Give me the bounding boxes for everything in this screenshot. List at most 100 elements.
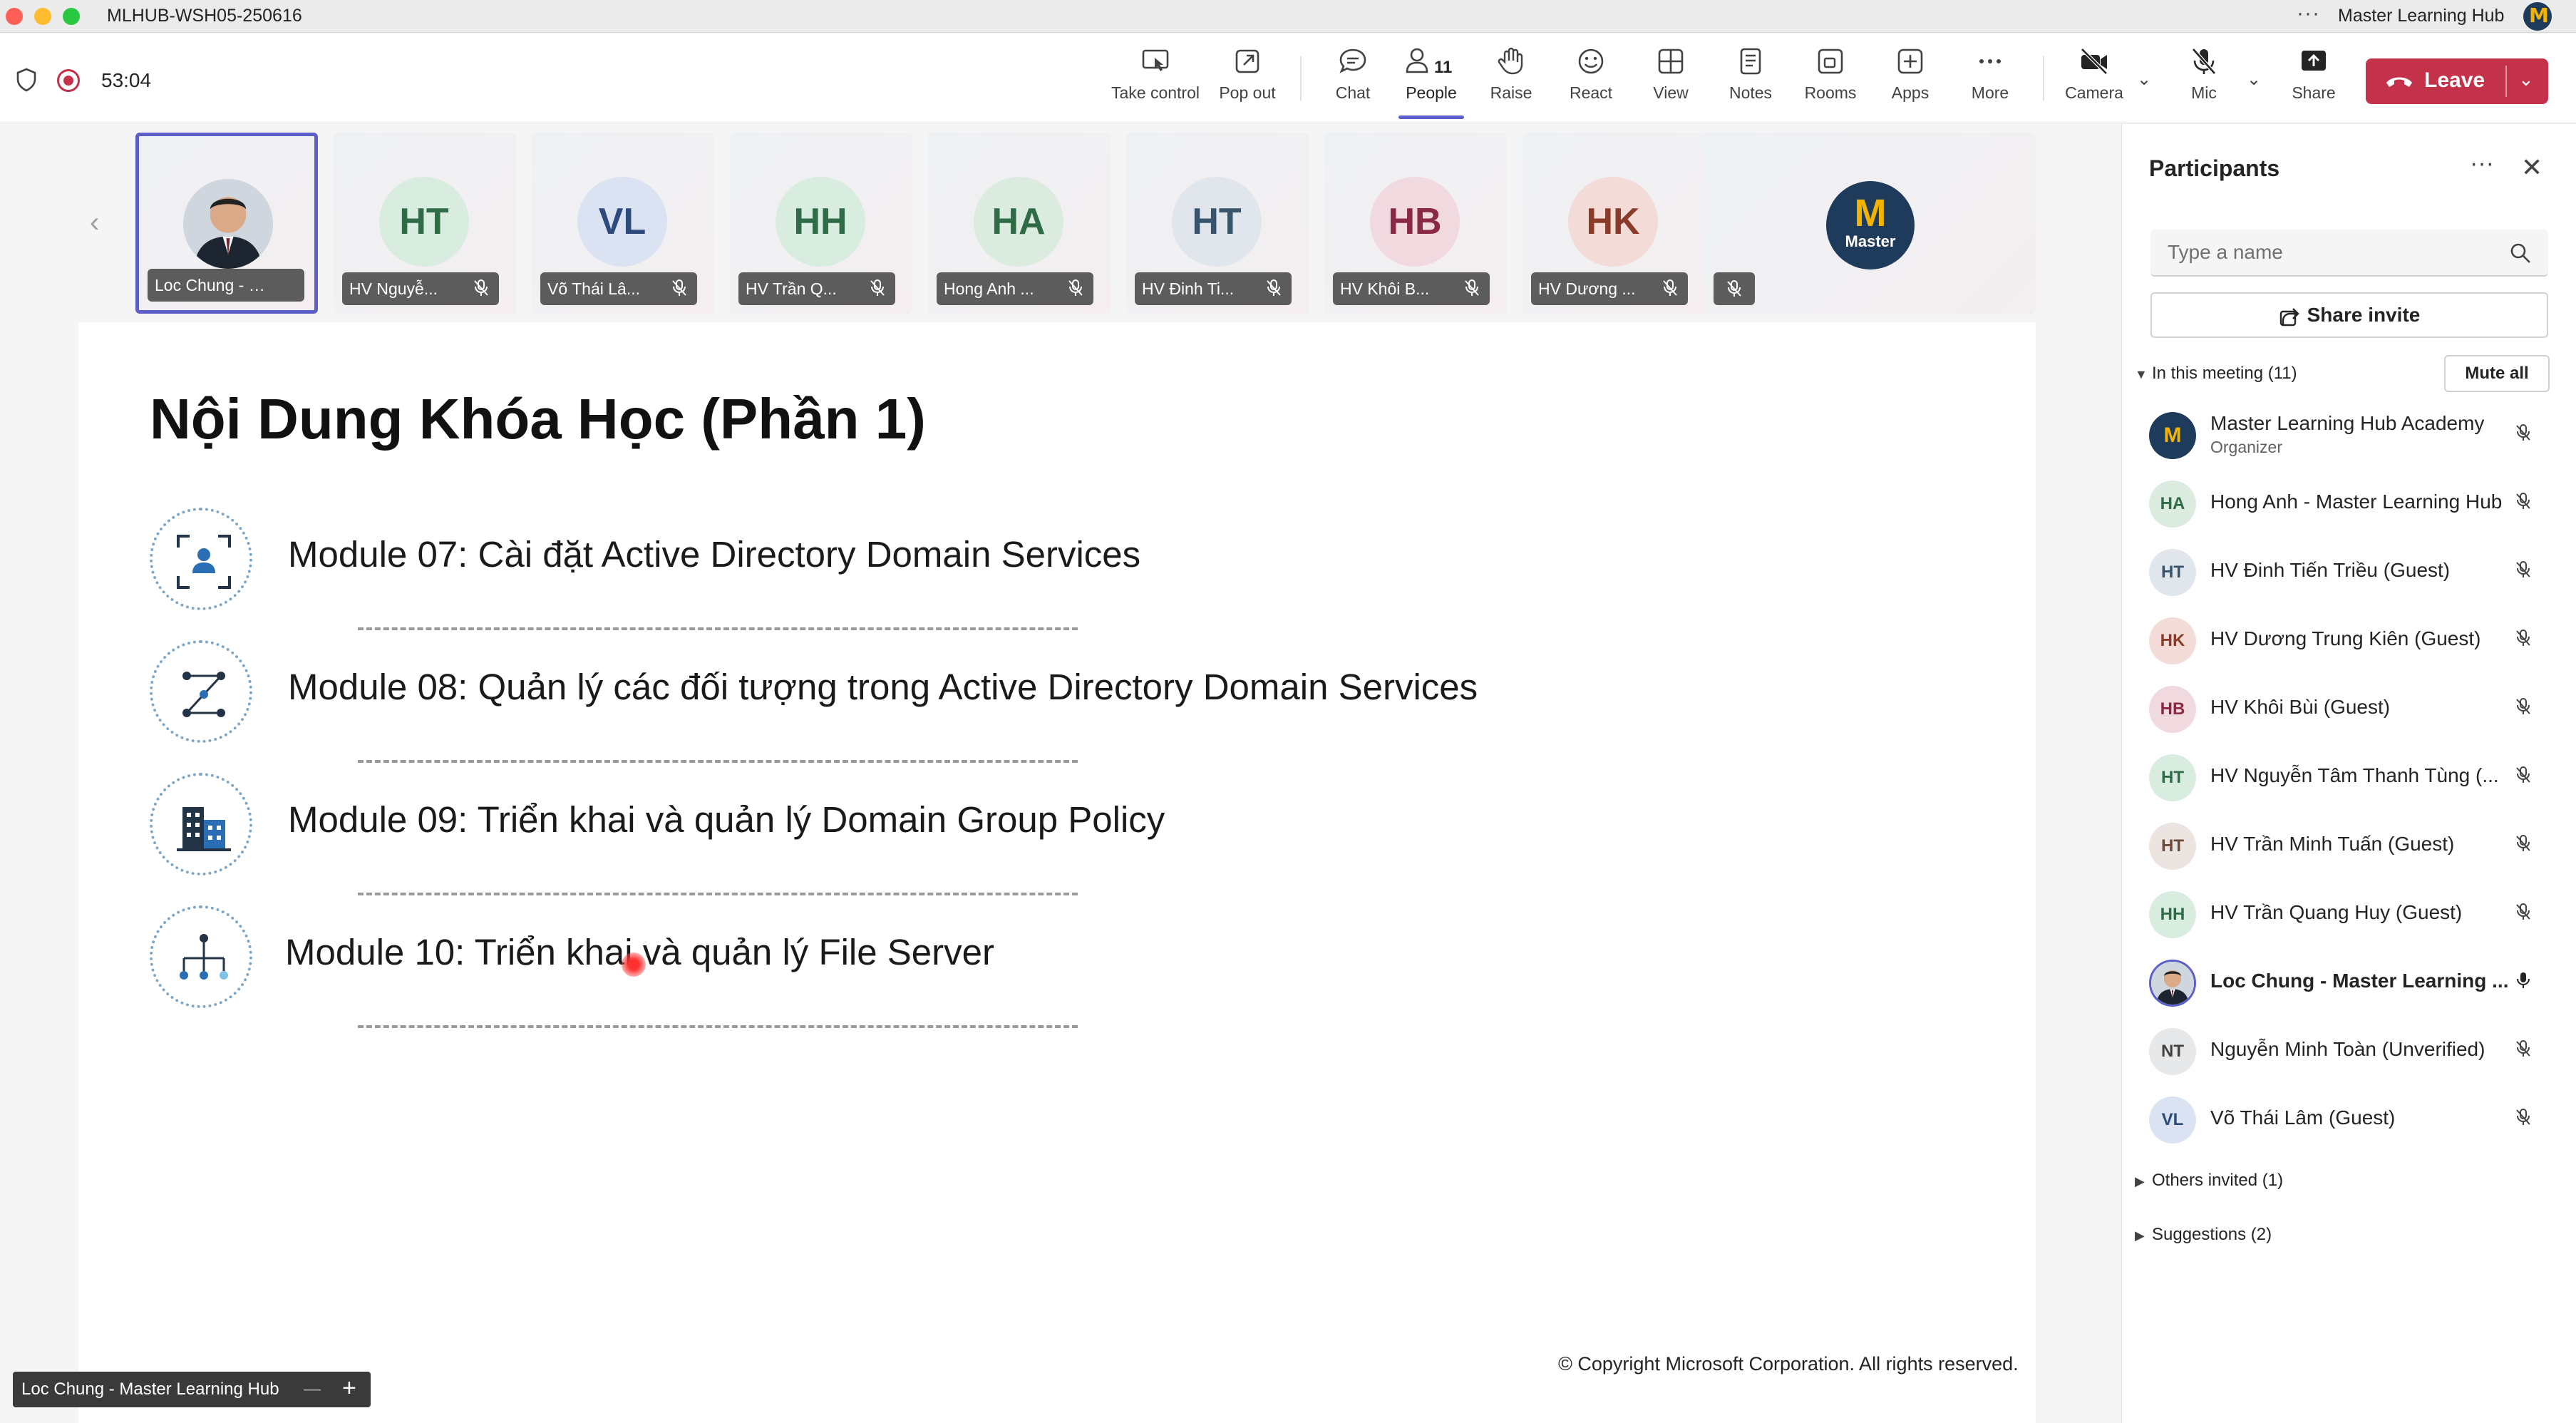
apps-label: Apps [1891,83,1930,102]
more-options-icon[interactable]: ··· [2297,1,2320,26]
minimize-window-button[interactable] [34,8,51,25]
raise-hand-button[interactable]: Raise [1477,43,1545,115]
participant-row[interactable]: HT HV Nguyễn Tâm Thanh Tùng (... [2149,744,2562,813]
share-invite-button[interactable]: Share invite [2150,292,2548,338]
more-button[interactable]: More [1956,43,2024,115]
chat-label: Chat [1335,83,1371,102]
zoom-window-button[interactable] [63,8,80,25]
take-control-label: Take control [1111,83,1200,102]
initials-avatar: HB [1370,177,1460,267]
participant-row[interactable]: NT Nguyễn Minh Toàn (Unverified) [2149,1018,2562,1086]
camera-options-chevron-icon[interactable]: ⌄ [2137,69,2151,90]
search-icon[interactable] [2508,241,2533,265]
participant-row[interactable]: HB HV Khôi Bùi (Guest) [2149,676,2562,744]
participant-search-input[interactable] [2150,230,2548,277]
share-label: Share [2292,83,2336,102]
mic-on-icon [2517,972,2530,988]
people-icon [1406,48,1428,73]
pop-out-icon [1235,49,1259,73]
tile-name: HV Dương ... [1538,279,1636,298]
share-button[interactable]: Share [2278,43,2349,115]
participant-mic-status[interactable] [2514,834,2533,856]
meeting-timer: 53:04 [101,69,152,91]
participant-mic-status[interactable] [2514,560,2533,582]
title-bar: MLHUB-WSH05-250616 ··· Master Learning H… [0,0,2576,33]
notes-button[interactable]: Notes [1716,43,1785,115]
participant-name: HV Trần Quang Huy (Guest) [2210,901,2463,923]
mic-button[interactable]: Mic [2168,43,2240,115]
video-tile[interactable]: HB HV Khôi B... [1324,133,1507,314]
video-tile[interactable]: HT HV Đinh Ti... [1126,133,1309,314]
module-item: Module 08: Quản lý các đối tượng trong A… [150,635,1860,763]
rooms-label: Rooms [1804,83,1857,102]
participant-row[interactable]: HH HV Trần Quang Huy (Guest) [2149,881,2562,950]
organizer-video-tile[interactable]: M Master [1704,133,2036,314]
take-control-button[interactable]: Take control [1109,43,1202,115]
mute-all-button[interactable]: Mute all [2444,355,2550,392]
presenter-label[interactable]: Loc Chung - Master Learning Hub — + [13,1372,371,1407]
participant-mic-status[interactable] [2514,423,2533,446]
module-icon-circle [150,905,252,1008]
close-window-button[interactable] [6,8,23,25]
module-text: Module 07: Cài đặt Active Directory Doma… [288,534,1141,575]
mic-off-icon [2516,561,2530,577]
chat-button[interactable]: Chat [1319,43,1387,115]
in-meeting-section-header[interactable]: ▼ In this meeting (11) [2135,364,2297,384]
add-icon[interactable]: + [342,1370,356,1406]
participant-role: Organizer [2210,438,2282,456]
participant-name: Võ Thái Lâm (Guest) [2210,1106,2396,1129]
toolbar-divider [2043,56,2044,101]
participant-mic-status[interactable] [2514,903,2533,925]
initials-avatar: HK [2149,617,2196,664]
participant-row[interactable]: VL Võ Thái Lâm (Guest) [2149,1086,2562,1155]
video-tile[interactable]: HK HV Dương ... [1523,133,1705,314]
rooms-button[interactable]: Rooms [1796,43,1865,115]
camera-button[interactable]: Camera [2059,43,2130,115]
video-tile[interactable]: Loc Chung - M... [135,133,318,314]
participant-row[interactable]: HT HV Đinh Tiến Triều (Guest) [2149,539,2562,607]
suggestions-section-header[interactable]: ▶ Suggestions (2) [2135,1225,2272,1245]
shield-icon[interactable] [16,68,37,92]
apps-button[interactable]: Apps [1876,43,1944,115]
participant-mic-status[interactable] [2514,971,2533,993]
participant-row[interactable]: HA Hong Anh - Master Learning Hub [2149,471,2562,539]
strip-prev-chevron-icon[interactable]: ‹ [90,207,99,239]
pop-out-label: Pop out [1219,83,1276,102]
minimize-icon[interactable]: — [304,1372,321,1407]
tile-name-chip: HV Nguyễ... [342,272,499,305]
leave-options-chevron-icon[interactable]: ⌄ [2518,68,2534,91]
pop-out-button[interactable]: Pop out [1212,43,1283,115]
account-name[interactable]: Master Learning Hub [2338,6,2504,26]
mic-off-icon [2516,493,2530,509]
logo-letter: M [1854,192,1887,235]
participant-row[interactable]: M Master Learning Hub Academy Organizer [2149,402,2562,471]
panel-more-icon[interactable]: ··· [2470,150,2494,178]
video-tile[interactable]: HT HV Nguyễ... [334,133,516,314]
video-tile[interactable]: VL Võ Thái Lâ... [532,133,714,314]
participant-mic-status[interactable] [2514,697,2533,719]
view-button[interactable]: View [1637,43,1705,115]
account-avatar[interactable]: M [2523,2,2552,31]
others-invited-section-header[interactable]: ▶ Others invited (1) [2135,1171,2283,1191]
participant-mic-status[interactable] [2514,1108,2533,1130]
participant-mic-status[interactable] [2514,492,2533,514]
master-logo-avatar: M Master [1826,181,1915,269]
participant-photo-avatar [2149,960,2196,1007]
video-tile[interactable]: HH HV Trần Q... [730,133,912,314]
tile-name-chip: HV Dương ... [1531,272,1688,305]
people-button[interactable]: People [1396,43,1467,119]
react-button[interactable]: React [1557,43,1625,115]
leave-button[interactable]: Leave ⌄ [2366,58,2548,104]
tile-name-chip: Hong Anh ... [937,272,1093,305]
participant-name: HV Dương Trung Kiên (Guest) [2210,627,2481,649]
close-icon[interactable]: ✕ [2521,153,2542,183]
participant-row[interactable]: HT HV Trần Minh Tuấn (Guest) [2149,813,2562,881]
participant-mic-status[interactable] [2514,629,2533,651]
participant-mic-status[interactable] [2514,1039,2533,1062]
participant-name: HV Đinh Tiến Triều (Guest) [2210,559,2451,581]
participant-mic-status[interactable] [2514,766,2533,788]
video-tile[interactable]: HA Hong Anh ... [928,133,1111,314]
participant-row[interactable]: Loc Chung - Master Learning ... [2149,950,2562,1018]
mic-options-chevron-icon[interactable]: ⌄ [2247,69,2261,90]
participant-row[interactable]: HK HV Dương Trung Kiên (Guest) [2149,607,2562,676]
